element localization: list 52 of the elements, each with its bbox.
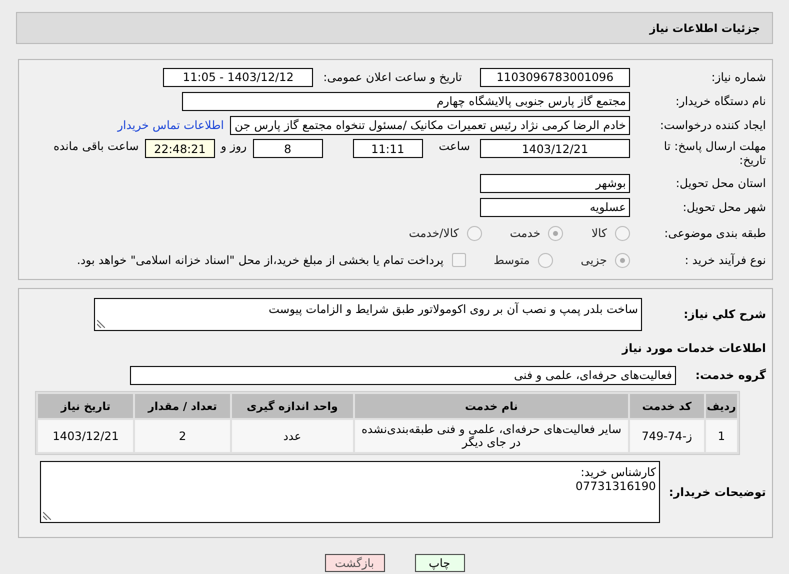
days-field: 8 (252, 139, 323, 158)
option-label: کالا (591, 226, 607, 240)
field-label: روز و (220, 139, 247, 153)
resize-grip-icon (43, 512, 51, 520)
field-label: طبقه بندی موضوعی: (663, 226, 767, 240)
column-header: کد خدمت (630, 394, 704, 418)
resize-grip-icon (97, 320, 105, 328)
table-cell: 1403/12/21 (38, 420, 134, 452)
table-cell: 1 (706, 420, 737, 452)
field-label: شرح کلي نياز: (682, 307, 767, 321)
description-field: ساخت بلدر پمپ و نصب آن بر روی اکومولاتور طبق شرایط و الزامات پیوست (94, 298, 642, 330)
need-number-field: 1103096783001096 (480, 68, 630, 86)
table-cell: ز-74-749 (630, 420, 704, 452)
field-label: توضیحات خریدار: (668, 485, 767, 499)
print-button[interactable]: چاپ (414, 554, 464, 572)
field-label: شهر محل تحویل: (682, 200, 767, 214)
field-label: نوع فرآیند خرید : (684, 253, 767, 267)
field-label: ساعت (438, 139, 470, 153)
column-header: واحد اندازه گیری (232, 394, 354, 418)
table-cell: سایر فعالیت‌های حرفه‌ای، علمی و فنی طبقه‌بندی‌نشده در جای دیگر (355, 420, 628, 452)
back-button[interactable]: بازگشت (324, 554, 384, 572)
deadline-date-field: 1403/12/21 (480, 139, 630, 158)
option-label: جزیی (580, 253, 607, 267)
column-header: تاریخ نیاز (38, 394, 134, 418)
creator-field: خادم الرضا کرمی نژاد رئیس تعمیرات مکانیک /مسئول تنخواه مجتمع گاز پارس جن (230, 116, 630, 134)
field-label: مهلت ارسال پاسخ: تا تاریخ: (662, 139, 767, 167)
field-label: تاریخ و ساعت اعلان عمومی: (323, 70, 462, 84)
table-cell: عدد (232, 420, 354, 452)
province-field: بوشهر (480, 174, 630, 192)
field-label: نام دستگاه خریدار: (674, 94, 767, 108)
option-label: متوسط (494, 253, 530, 267)
column-header: تعداد / مقدار (135, 394, 230, 418)
field-label: استان محل تحویل: (674, 176, 767, 190)
city-field: عسلویه (480, 198, 630, 216)
field-label: شماره نیاز: (710, 70, 767, 84)
service-group-field: فعالیت‌های حرفه‌ای، علمی و فنی (130, 366, 676, 384)
remaining-time-field: 22:48:21 (144, 139, 215, 158)
option-label: کالا/خدمت (408, 226, 459, 240)
column-header: نام خدمت (355, 394, 628, 418)
field-label: ایجاد کننده درخواست: (659, 118, 767, 132)
buyer-org-field: مجتمع گاز پارس جنوبی پالایشگاه چهارم (182, 92, 630, 110)
field-label: گروه خدمت: (694, 368, 767, 382)
table-cell: 2 (135, 420, 230, 452)
column-header: ردیف (706, 394, 737, 418)
option-label: خدمت (510, 226, 540, 240)
announce-date-field: 1403/12/12 - 11:05 (163, 68, 314, 86)
deadline-time-field: 11:11 (352, 139, 423, 158)
field-label: ساعت باقی مانده (54, 139, 139, 153)
contact-link[interactable]: اطلاعات تماس خریدار (117, 118, 224, 132)
checkbox-label: پرداخت تمام یا بخشی از مبلغ خرید،از محل "اسناد خزانه اسلامی" خواهد بود. (76, 253, 444, 267)
section-title: اطلاعات خدمات مورد نیاز (620, 341, 767, 355)
page-title: جزئیات اطلاعات نیاز (650, 22, 760, 34)
